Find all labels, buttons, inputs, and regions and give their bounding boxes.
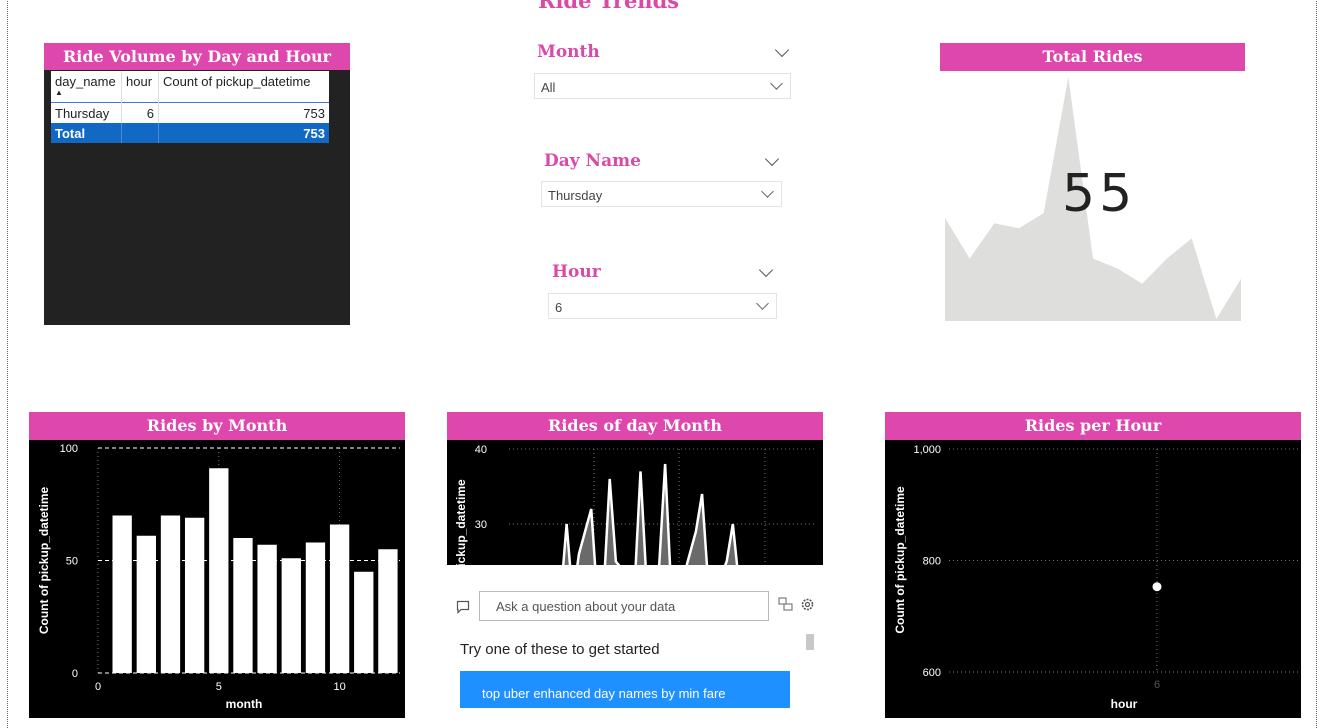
y-tick-label: 800 [923,556,941,568]
day-name-dropdown[interactable]: Thursday [541,181,782,207]
chevron-down-icon [761,185,774,198]
qna-scrollbar[interactable] [806,634,814,650]
rides-of-day-month-title: Rides of day Month [447,412,823,440]
chart-background [885,440,1301,718]
bar-month-12 [378,549,398,673]
column-header-count[interactable]: Count of pickup_datetime [158,71,329,103]
page-title: Ride Trends [538,0,680,13]
kpi-value: 55 [1062,164,1137,224]
bar-month-4 [184,517,205,673]
hour-dropdown-value: 6 [555,300,563,315]
day-name-slicer-label: Day Name [544,151,641,171]
bar-month-5 [209,468,229,673]
chat-icon [456,600,470,614]
rides-by-month-title: Rides by Month [29,412,405,440]
y-axis-label: Count of pickup_datetime [37,487,51,635]
x-tick-label: 0 [95,681,101,693]
qna-try-text: Try one of these to get started [460,641,660,658]
chart-background [447,440,823,565]
qna-suggestion-button[interactable]: top uber enhanced day names by min fare [460,671,790,708]
bar-month-9 [305,542,326,673]
table-row[interactable]: Thursday 6 753 [51,102,329,123]
rides-per-hour-title: Rides per Hour [885,412,1301,440]
bar-month-6 [233,538,253,673]
y-tick-label: 40 [475,444,487,456]
bar-month-8 [281,558,301,673]
chevron-down-icon [756,297,769,310]
bar-month-7 [257,544,277,673]
x-tick-label: 5 [216,681,222,693]
bar-month-1 [112,515,132,673]
month-dropdown[interactable]: All [534,73,791,99]
bar-month-10 [329,524,350,673]
table-total-row: Total 753 [51,123,329,143]
qna-input[interactable]: Ask a question about your data [479,591,769,621]
table-visual-title: Ride Volume by Day and Hour [44,43,350,71]
rides-of-day-month-chart[interactable]: 30 40 Count of pickup_datetime [447,440,823,565]
x-tick-label: 10 [333,681,345,693]
y-tick-label: 100 [60,443,78,455]
hour-slicer-label: Hour [552,262,601,282]
bar-month-3 [160,515,181,673]
chevron-down-icon [770,77,783,90]
hour-dropdown[interactable]: 6 [548,293,777,319]
total-empty-cell [121,123,159,143]
x-axis-label: month [226,697,263,711]
x-axis-label: hour [1111,697,1138,711]
rides-per-hour-chart[interactable]: 600 800 1,000 6 hour Count of pickup_datetime [885,440,1301,718]
y-tick-label: 30 [475,519,487,531]
rides-by-month-chart[interactable]: 0 50 100 0 5 10 month Count of pickup_datetime [29,440,405,718]
bar-month-2 [136,535,156,673]
cell-count: 753 [158,102,329,123]
y-axis-label: Count of pickup_datetime [893,486,907,634]
month-dropdown-value: All [541,80,556,95]
column-header-hour[interactable]: hour [121,71,159,103]
x-tick-label: 6 [1154,679,1160,691]
cell-day-name: Thursday [51,102,122,123]
gear-icon[interactable] [800,597,815,612]
cell-hour: 6 [121,102,159,123]
day-name-dropdown-value: Thursday [548,188,603,203]
month-slicer-label: Month [537,42,600,62]
y-tick-label: 1,000 [913,444,941,456]
total-label: Total [51,123,122,143]
y-tick-label: 0 [72,668,78,680]
bar-month-11 [354,571,374,673]
ride-volume-table: day_name hour Count of pickup_datetime T… [51,71,329,143]
data-point-hour-6 [1152,582,1162,592]
y-tick-label: 600 [923,667,941,679]
kpi-title: Total Rides [940,43,1245,71]
total-value: 753 [158,123,329,143]
y-tick-label: 50 [66,556,78,568]
y-axis-label: Count of pickup_datetime [454,479,468,565]
column-header-day-name[interactable]: day_name [51,71,122,103]
share-icon[interactable] [778,597,793,612]
